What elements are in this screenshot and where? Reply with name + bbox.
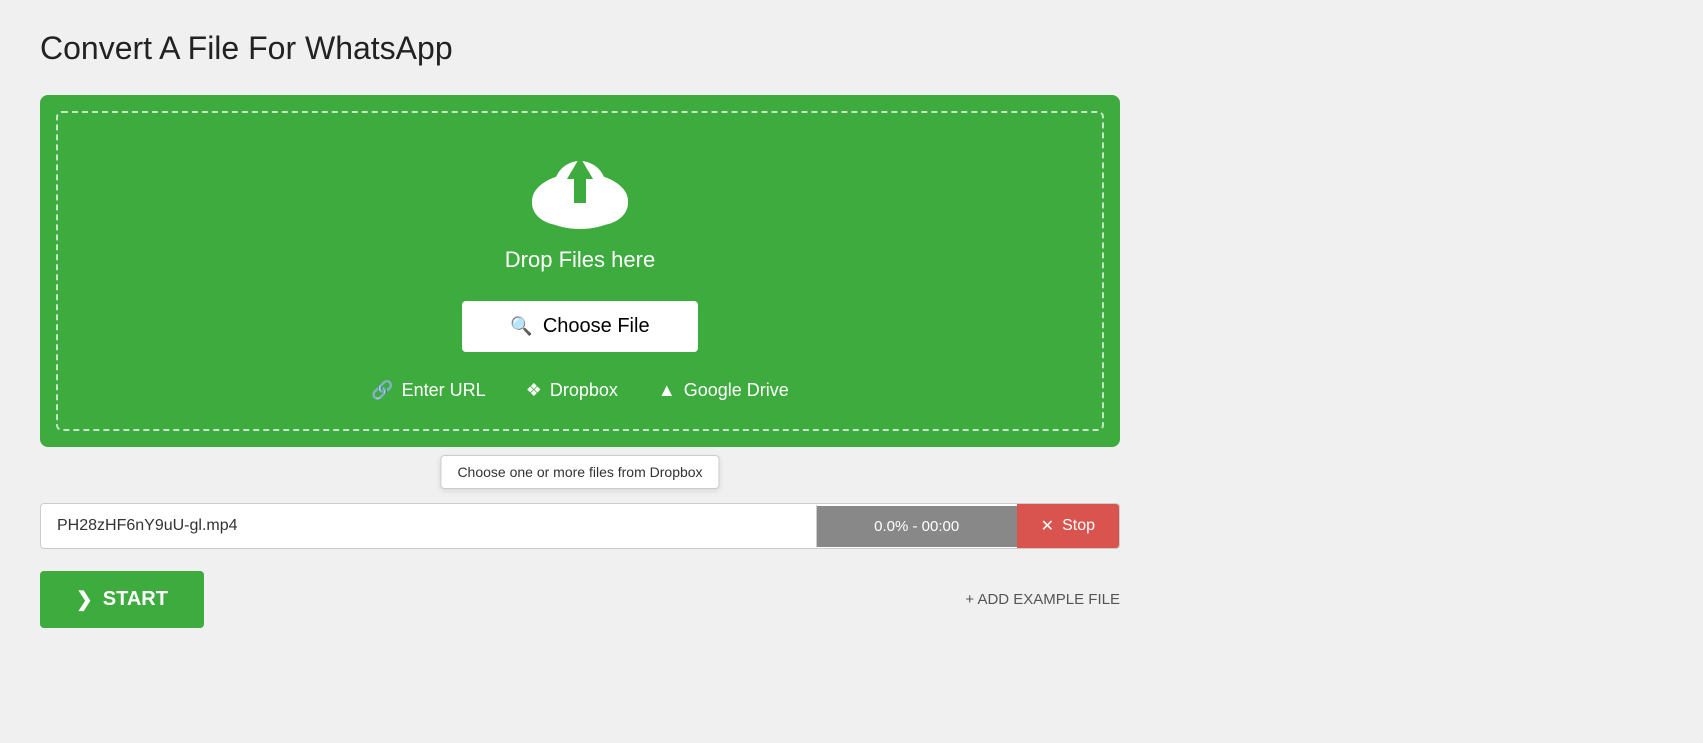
- link-icon: 🔗: [371, 380, 393, 401]
- page-title: Convert A File For WhatsApp: [40, 30, 1663, 67]
- google-drive-label: Google Drive: [684, 380, 789, 401]
- start-label: START: [103, 588, 168, 611]
- drop-zone[interactable]: Drop Files here 🔍 Choose File 🔗 Enter UR…: [56, 111, 1104, 431]
- progress-bar: 0.0% - 00:00: [817, 506, 1017, 547]
- upload-area: Drop Files here 🔍 Choose File 🔗 Enter UR…: [40, 95, 1120, 447]
- choose-file-label: Choose File: [543, 315, 650, 338]
- google-drive-button[interactable]: ▲ Google Drive: [658, 380, 789, 401]
- close-icon: ✕: [1041, 516, 1054, 536]
- dropbox-icon: ❖: [526, 380, 542, 401]
- stop-label: Stop: [1062, 517, 1095, 535]
- drop-text: Drop Files here: [505, 247, 655, 273]
- start-button[interactable]: ❯ START: [40, 571, 204, 628]
- enter-url-label: Enter URL: [402, 380, 486, 401]
- dropbox-button[interactable]: ❖ Dropbox: [526, 380, 618, 401]
- file-name: PH28zHF6nY9uU-gl.mp4: [41, 505, 817, 547]
- upload-cloud-icon: [525, 143, 635, 233]
- google-drive-icon: ▲: [658, 380, 676, 401]
- tooltip-text: Choose one or more files from Dropbox: [457, 464, 702, 480]
- bottom-row: ❯ START + ADD EXAMPLE FILE: [40, 571, 1120, 628]
- chevron-right-icon: ❯: [76, 587, 93, 612]
- url-options-row: 🔗 Enter URL ❖ Dropbox ▲ Google Drive: [371, 380, 789, 401]
- add-example-file-button[interactable]: + ADD EXAMPLE FILE: [965, 591, 1120, 608]
- add-example-label: + ADD EXAMPLE FILE: [965, 591, 1120, 608]
- file-row: PH28zHF6nY9uU-gl.mp4 0.0% - 00:00 ✕ Stop: [40, 503, 1120, 549]
- enter-url-button[interactable]: 🔗 Enter URL: [371, 380, 485, 401]
- stop-button[interactable]: ✕ Stop: [1017, 504, 1119, 548]
- dropbox-tooltip: Choose one or more files from Dropbox: [440, 455, 719, 489]
- dropbox-label: Dropbox: [550, 380, 618, 401]
- search-icon: 🔍: [510, 316, 532, 337]
- choose-file-button[interactable]: 🔍 Choose File: [462, 301, 697, 352]
